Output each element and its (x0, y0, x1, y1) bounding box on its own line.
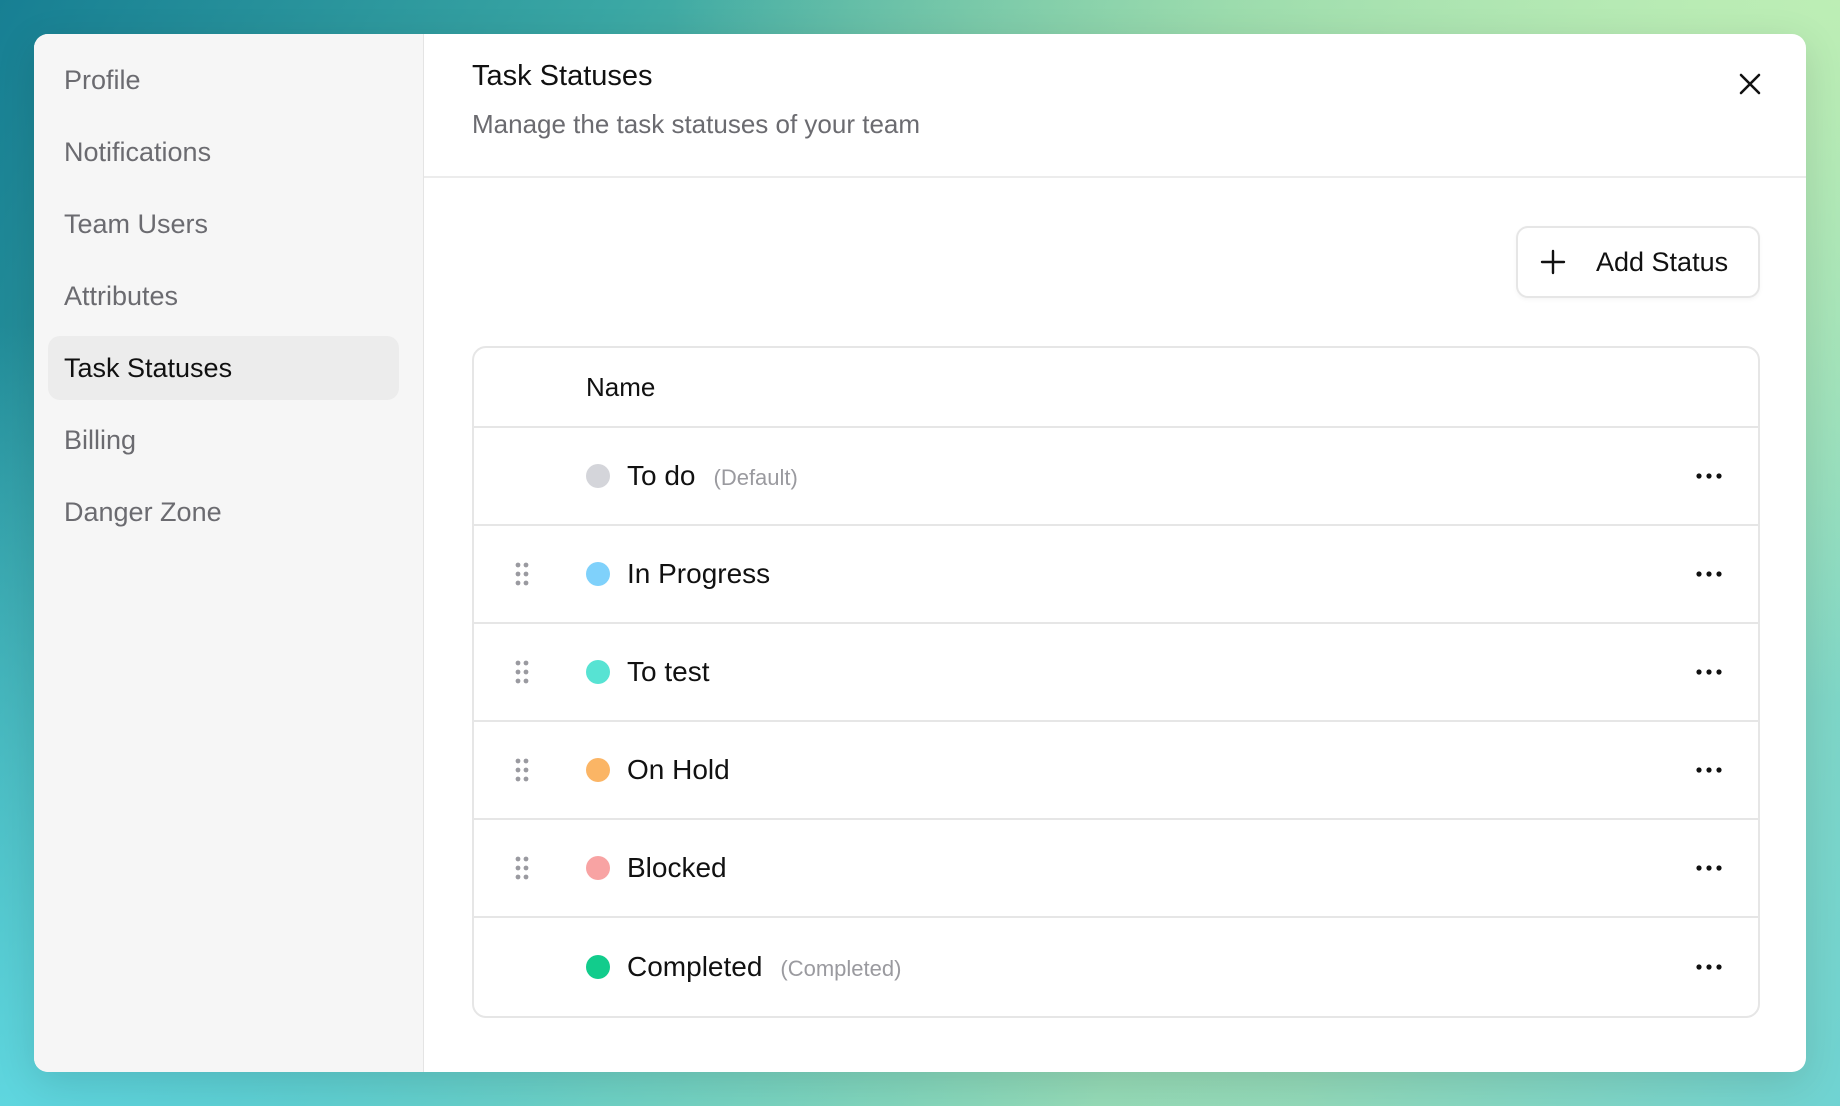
close-icon (1739, 73, 1761, 95)
status-name-text: In Progress (627, 558, 771, 589)
sidebar-item-attributes[interactable]: Attributes (48, 264, 399, 328)
more-horizontal-icon (1696, 571, 1722, 577)
status-name-text: To test (627, 656, 710, 687)
column-header-name: Name (586, 371, 656, 402)
more-horizontal-icon (1696, 473, 1722, 479)
table-header: Name (474, 348, 1758, 428)
status-name: To test (627, 656, 709, 688)
status-name: In Progress (627, 558, 770, 590)
panel-header: Task Statuses Manage the task statuses o… (424, 34, 1806, 178)
table-row: On Hold (474, 722, 1758, 820)
table-row: To test (474, 624, 1758, 722)
row-menu-button[interactable] (1692, 856, 1726, 880)
status-color-dot (586, 464, 610, 488)
table-row: To do (Default) (474, 428, 1758, 526)
sidebar-item-profile[interactable]: Profile (48, 48, 399, 112)
row-menu-button[interactable] (1692, 955, 1726, 979)
page-title: Task Statuses (472, 60, 653, 92)
drag-handle-icon[interactable] (514, 659, 530, 685)
more-horizontal-icon (1696, 964, 1722, 970)
row-menu-button[interactable] (1692, 660, 1726, 684)
status-name-text: Completed (627, 951, 763, 982)
sidebar-item-team-users[interactable]: Team Users (48, 192, 399, 256)
sidebar-item-task-statuses[interactable]: Task Statuses (48, 336, 399, 400)
add-status-label: Add Status (1596, 246, 1729, 277)
status-color-dot (586, 955, 610, 979)
status-name: Blocked (627, 852, 727, 884)
settings-sidebar: Profile Notifications Team Users Attribu… (34, 34, 424, 1072)
status-name-text: Blocked (627, 852, 727, 883)
status-tag: (Default) (713, 465, 798, 490)
table-row: Completed (Completed) (474, 918, 1758, 1016)
drag-handle-icon[interactable] (514, 855, 530, 881)
status-name-text: To do (627, 460, 696, 491)
drag-handle-icon[interactable] (514, 757, 530, 783)
table-row: In Progress (474, 526, 1758, 624)
status-name: On Hold (627, 754, 730, 786)
status-color-dot (586, 856, 610, 880)
status-color-dot (586, 758, 610, 782)
sidebar-item-notifications[interactable]: Notifications (48, 120, 399, 184)
table-row: Blocked (474, 820, 1758, 918)
more-horizontal-icon (1696, 669, 1722, 675)
add-status-button[interactable]: Add Status (1516, 226, 1760, 298)
status-color-dot (586, 660, 610, 684)
drag-handle-icon[interactable] (514, 561, 530, 587)
main-panel: Task Statuses Manage the task statuses o… (424, 34, 1806, 1072)
close-button[interactable] (1732, 66, 1768, 102)
status-tag: (Completed) (780, 956, 902, 981)
sidebar-item-danger-zone[interactable]: Danger Zone (48, 480, 399, 544)
more-horizontal-icon (1696, 767, 1722, 773)
status-color-dot (586, 562, 610, 586)
status-name: Completed (Completed) (627, 951, 901, 983)
settings-modal: Profile Notifications Team Users Attribu… (34, 34, 1806, 1072)
row-menu-button[interactable] (1692, 758, 1726, 782)
status-table: Name To do (Default) In Progress To test… (472, 346, 1760, 1018)
row-menu-button[interactable] (1692, 562, 1726, 586)
status-name: To do (Default) (627, 460, 798, 492)
page-subtitle: Manage the task statuses of your team (472, 109, 921, 139)
more-horizontal-icon (1696, 865, 1722, 871)
status-name-text: On Hold (627, 754, 730, 785)
row-menu-button[interactable] (1692, 464, 1726, 488)
plus-icon (1540, 249, 1566, 275)
sidebar-item-billing[interactable]: Billing (48, 408, 399, 472)
